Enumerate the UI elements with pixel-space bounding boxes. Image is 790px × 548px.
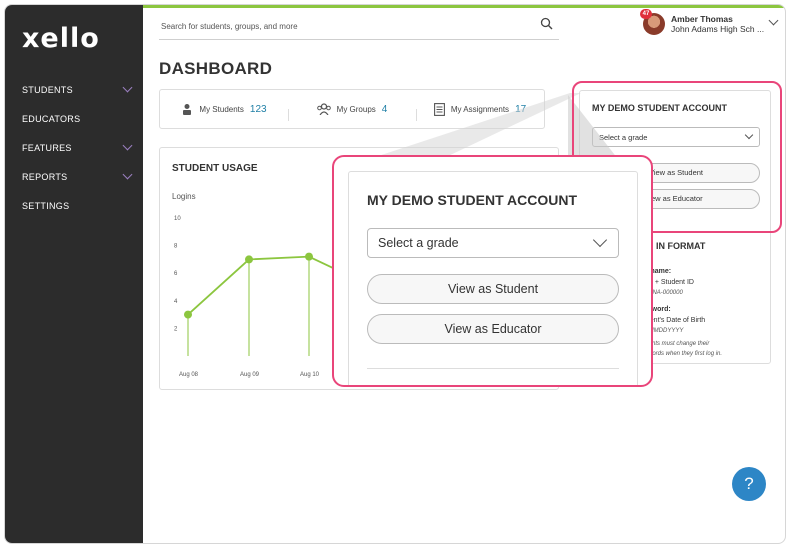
grade-select-value: Select a grade	[378, 236, 459, 250]
zoomed-view-as-student-button[interactable]: View as Student	[367, 274, 619, 304]
zoomed-demo-card: MY DEMO STUDENT ACCOUNT Select a grade V…	[348, 171, 638, 385]
zoomed-grade-select[interactable]: Select a grade	[367, 228, 619, 258]
zoomed-demo-title: MY DEMO STUDENT ACCOUNT	[367, 192, 577, 208]
divider	[367, 368, 619, 369]
app-window: xello STUDENTS EDUCATORS FEATURES REPORT…	[4, 4, 786, 544]
zoomed-view-as-educator-button[interactable]: View as Educator	[367, 314, 619, 344]
help-button[interactable]: ?	[732, 467, 766, 501]
zoomed-demo-account-callout: MY DEMO STUDENT ACCOUNT Select a grade V…	[332, 155, 653, 387]
chevron-down-icon	[592, 232, 608, 248]
